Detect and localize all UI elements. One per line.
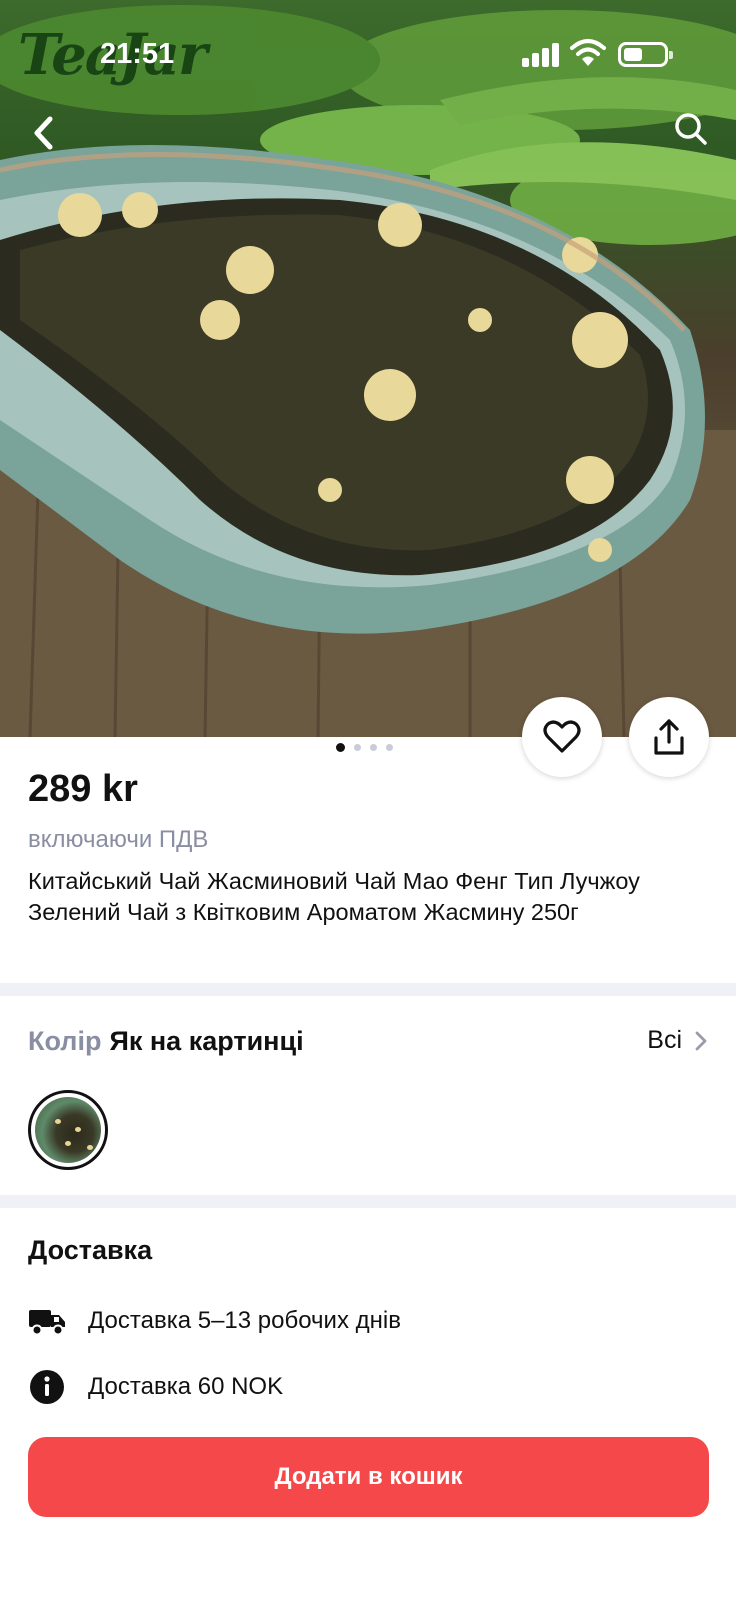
truck-icon: [28, 1302, 66, 1340]
signal-icon: [522, 43, 560, 67]
back-button[interactable]: [18, 108, 68, 158]
battery-icon: [618, 42, 673, 67]
status-bar: 21:51: [0, 0, 736, 100]
vat-note: включаючи ПДВ: [28, 826, 209, 853]
all-variants-label: Всі: [647, 1026, 682, 1054]
chevron-right-icon: [695, 1031, 707, 1050]
status-time: 21:51: [100, 38, 175, 70]
carousel-dot[interactable]: [386, 744, 393, 751]
favorite-button[interactable]: [522, 697, 602, 777]
all-variants-link[interactable]: Всі: [647, 1026, 708, 1055]
delivery-time-text: Доставка 5–13 робочих днів: [88, 1307, 401, 1334]
carousel-dot[interactable]: [370, 744, 377, 751]
info-icon: [28, 1368, 66, 1406]
chevron-left-icon: [34, 116, 53, 150]
section-divider: [0, 983, 736, 996]
add-to-cart-button[interactable]: Додати в кошик: [28, 1437, 709, 1517]
swatch-thumbnail: [35, 1097, 101, 1163]
share-button[interactable]: [629, 697, 709, 777]
product-price: 289 kr: [28, 768, 138, 810]
delivery-time-row: Доставка 5–13 робочих днів: [28, 1302, 401, 1340]
delivery-title: Доставка: [28, 1235, 153, 1265]
color-value: Як на картинці: [109, 1026, 304, 1056]
search-button[interactable]: [666, 104, 716, 154]
color-swatch-selected[interactable]: [28, 1090, 108, 1170]
carousel-indicator: [336, 743, 393, 752]
delivery-cost-row: Доставка 60 NOK: [28, 1368, 283, 1406]
delivery-cost-text: Доставка 60 NOK: [88, 1373, 284, 1400]
color-selector-row[interactable]: Колір Як на картинці Всі: [28, 1026, 708, 1066]
product-title: Китайський Чай Жасминовий Чай Мао Фенг Т…: [28, 868, 640, 925]
product-image[interactable]: TeaJar: [0, 0, 736, 737]
heart-icon: [543, 720, 581, 753]
product-photo-illustration: [0, 5, 736, 737]
carousel-dot[interactable]: [354, 744, 361, 751]
color-label: Колір: [28, 1026, 102, 1056]
section-divider: [0, 1195, 736, 1208]
search-icon: [675, 113, 707, 145]
wifi-icon: [570, 38, 606, 68]
share-icon: [654, 719, 684, 755]
carousel-dot[interactable]: [336, 743, 345, 752]
